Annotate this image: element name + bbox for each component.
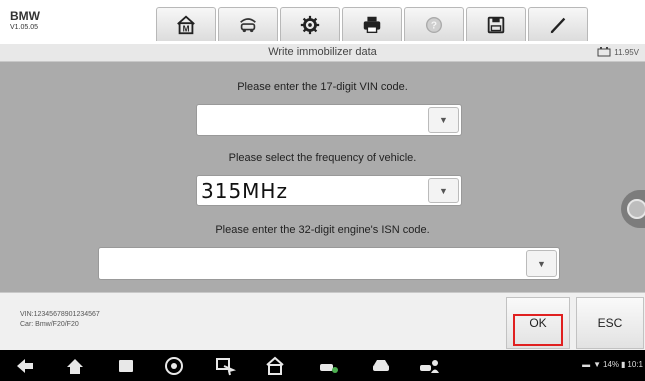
home-icon: M	[177, 15, 195, 34]
clock: 10:1	[627, 360, 643, 369]
settings-button[interactable]	[280, 7, 340, 41]
help-button[interactable]: ?	[404, 7, 464, 41]
car-battery-icon	[597, 47, 611, 57]
svg-text:M: M	[183, 24, 190, 33]
dropdown-arrow-icon: ▼	[439, 185, 448, 196]
save-icon	[487, 16, 505, 33]
esc-button[interactable]: ESC	[576, 297, 644, 349]
save-button[interactable]	[466, 7, 526, 41]
home-button[interactable]: M	[156, 7, 216, 41]
frequency-value: 315MHz	[201, 179, 288, 203]
battery-icon: ▮	[621, 360, 626, 369]
home-nav-icon[interactable]	[64, 356, 86, 376]
status-area: ▬ ▼ 14% ▮ 10:1	[582, 360, 643, 369]
frequency-select[interactable]: 315MHz ▼	[196, 175, 462, 206]
vin-text: VIN:12345678901234567	[20, 311, 100, 318]
print-button[interactable]	[342, 7, 402, 41]
car-model-text: Car: Bmw/F20/F20	[20, 321, 79, 328]
back-icon[interactable]	[14, 356, 36, 376]
brand-name: BMW	[10, 9, 40, 23]
isn-label: Please enter the 32-digit engine's ISN c…	[215, 224, 430, 236]
page-title: Write immobilizer data	[268, 46, 377, 58]
vehicle-diagnose-icon[interactable]	[318, 356, 340, 376]
esc-label: ESC	[597, 316, 623, 330]
battery-percent: 14%	[603, 360, 620, 369]
brand-block: BMW V1.05.05	[10, 10, 40, 32]
ok-highlight-box	[513, 314, 563, 346]
assist-circle-icon	[627, 199, 645, 219]
vin-label: Please enter the 17-digit VIN code.	[237, 81, 408, 93]
voltage-value: 11.95V	[614, 47, 639, 57]
vehicle-swap-icon	[240, 17, 256, 32]
vehicle-info: VIN:12345678901234567 Car: Bmw/F20/F20	[20, 310, 100, 330]
system-nav-bar: ▬ ▼ 14% ▮ 10:1	[0, 350, 645, 381]
isn-dropdown-button[interactable]: ▼	[526, 250, 557, 277]
toolbar: M ?	[156, 7, 645, 41]
dropdown-arrow-icon: ▼	[439, 115, 448, 125]
remote-support-icon[interactable]	[418, 356, 440, 376]
vin-dropdown-button[interactable]: ▼	[428, 107, 459, 133]
app-switch-icon[interactable]	[214, 356, 236, 376]
recent-apps-icon[interactable]	[115, 356, 137, 376]
autel-home-icon[interactable]	[264, 356, 286, 376]
dropdown-arrow-icon: ▼	[537, 258, 546, 269]
svg-text:?: ?	[431, 20, 437, 31]
app-version: V1.05.05	[10, 24, 39, 31]
settings-gear-icon	[300, 15, 320, 34]
voltage-indicator: 11.95V	[597, 47, 639, 57]
vin-input[interactable]: ▼	[196, 104, 462, 136]
message-icon: ▬	[582, 360, 591, 369]
top-bar: BMW V1.05.05 M ?	[0, 0, 645, 44]
title-bar: Write immobilizer data 11.95V	[0, 44, 645, 62]
print-icon	[363, 16, 381, 33]
chrome-icon[interactable]	[163, 356, 185, 376]
help-icon: ?	[425, 16, 443, 33]
wifi-icon: ▼	[593, 360, 601, 369]
frequency-label: Please select the frequency of vehicle.	[228, 152, 417, 164]
frequency-dropdown-button[interactable]: ▼	[428, 178, 459, 203]
floating-assist-handle[interactable]	[621, 190, 645, 228]
isn-input[interactable]: ▼	[98, 247, 560, 280]
main-panel: Please enter the 17-digit VIN code. ▼ Pl…	[0, 62, 645, 292]
car-icon[interactable]	[370, 356, 392, 376]
edit-button[interactable]	[528, 7, 588, 41]
edit-icon	[550, 17, 566, 33]
vehicle-swap-button[interactable]	[218, 7, 278, 41]
